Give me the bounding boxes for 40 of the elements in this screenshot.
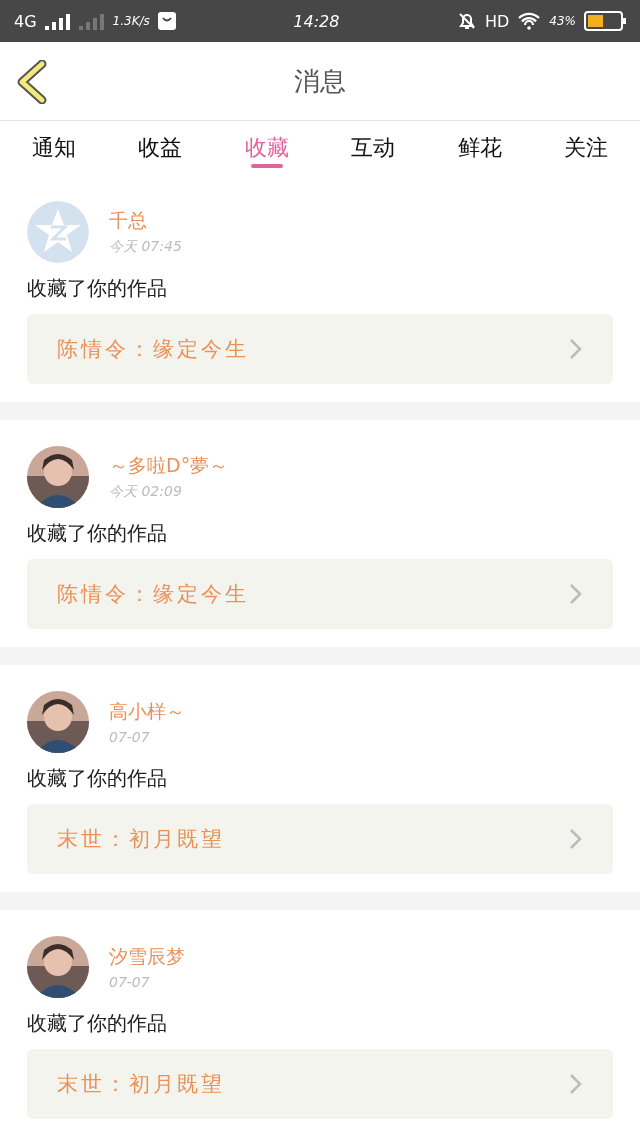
avatar-icon bbox=[27, 201, 89, 263]
network-speed: 1.3K/s bbox=[112, 14, 150, 28]
bag-icon bbox=[157, 12, 176, 30]
tab[interactable]: 收益 bbox=[110, 121, 211, 175]
tab[interactable]: 鲜花 bbox=[429, 121, 530, 175]
back-button[interactable] bbox=[16, 60, 48, 104]
battery-icon bbox=[584, 11, 626, 31]
battery-percent: 43% bbox=[549, 14, 576, 28]
message-time: 今天 07:45 bbox=[109, 238, 182, 256]
chevron-right-icon bbox=[569, 828, 583, 850]
work-link[interactable]: 陈情令：缘定今生 bbox=[27, 559, 613, 629]
chevron-right-icon bbox=[569, 1073, 583, 1095]
bell-off-icon bbox=[456, 11, 477, 31]
message-text: 收藏了你的作品 bbox=[27, 275, 168, 302]
clock: 14:28 bbox=[293, 11, 340, 31]
wifi-icon bbox=[517, 12, 542, 30]
tab[interactable]: 关注 bbox=[535, 121, 636, 175]
user-name[interactable]: 汐雪辰梦 bbox=[109, 944, 185, 970]
hd-label: HD bbox=[484, 11, 510, 31]
user-name[interactable]: 高小样～ bbox=[109, 699, 185, 725]
work-link[interactable]: 末世：初月既望 bbox=[27, 804, 613, 874]
user-name[interactable]: 千总 bbox=[109, 208, 182, 234]
tab[interactable]: 收藏 bbox=[216, 121, 317, 175]
message-text: 收藏了你的作品 bbox=[27, 1010, 168, 1037]
network-label: 4G bbox=[14, 11, 37, 31]
user-name[interactable]: ～多啦D°夢～ bbox=[109, 453, 229, 479]
chevron-right-icon bbox=[569, 583, 583, 605]
tab[interactable]: 通知 bbox=[4, 121, 104, 175]
message-time: 今天 02:09 bbox=[109, 483, 183, 501]
message-text: 收藏了你的作品 bbox=[27, 765, 168, 792]
work-link[interactable]: 陈情令：缘定今生 bbox=[27, 314, 613, 384]
work-link[interactable]: 末世：初月既望 bbox=[27, 1049, 613, 1119]
page-title: 消息 bbox=[294, 64, 346, 98]
message-time: 07-07 bbox=[109, 974, 151, 990]
message-time: 07-07 bbox=[109, 729, 151, 745]
signal-icon bbox=[78, 12, 105, 30]
signal-icon bbox=[44, 12, 71, 30]
message-text: 收藏了你的作品 bbox=[27, 520, 168, 547]
chevron-right-icon bbox=[569, 338, 583, 360]
tab[interactable]: 互动 bbox=[323, 121, 424, 175]
